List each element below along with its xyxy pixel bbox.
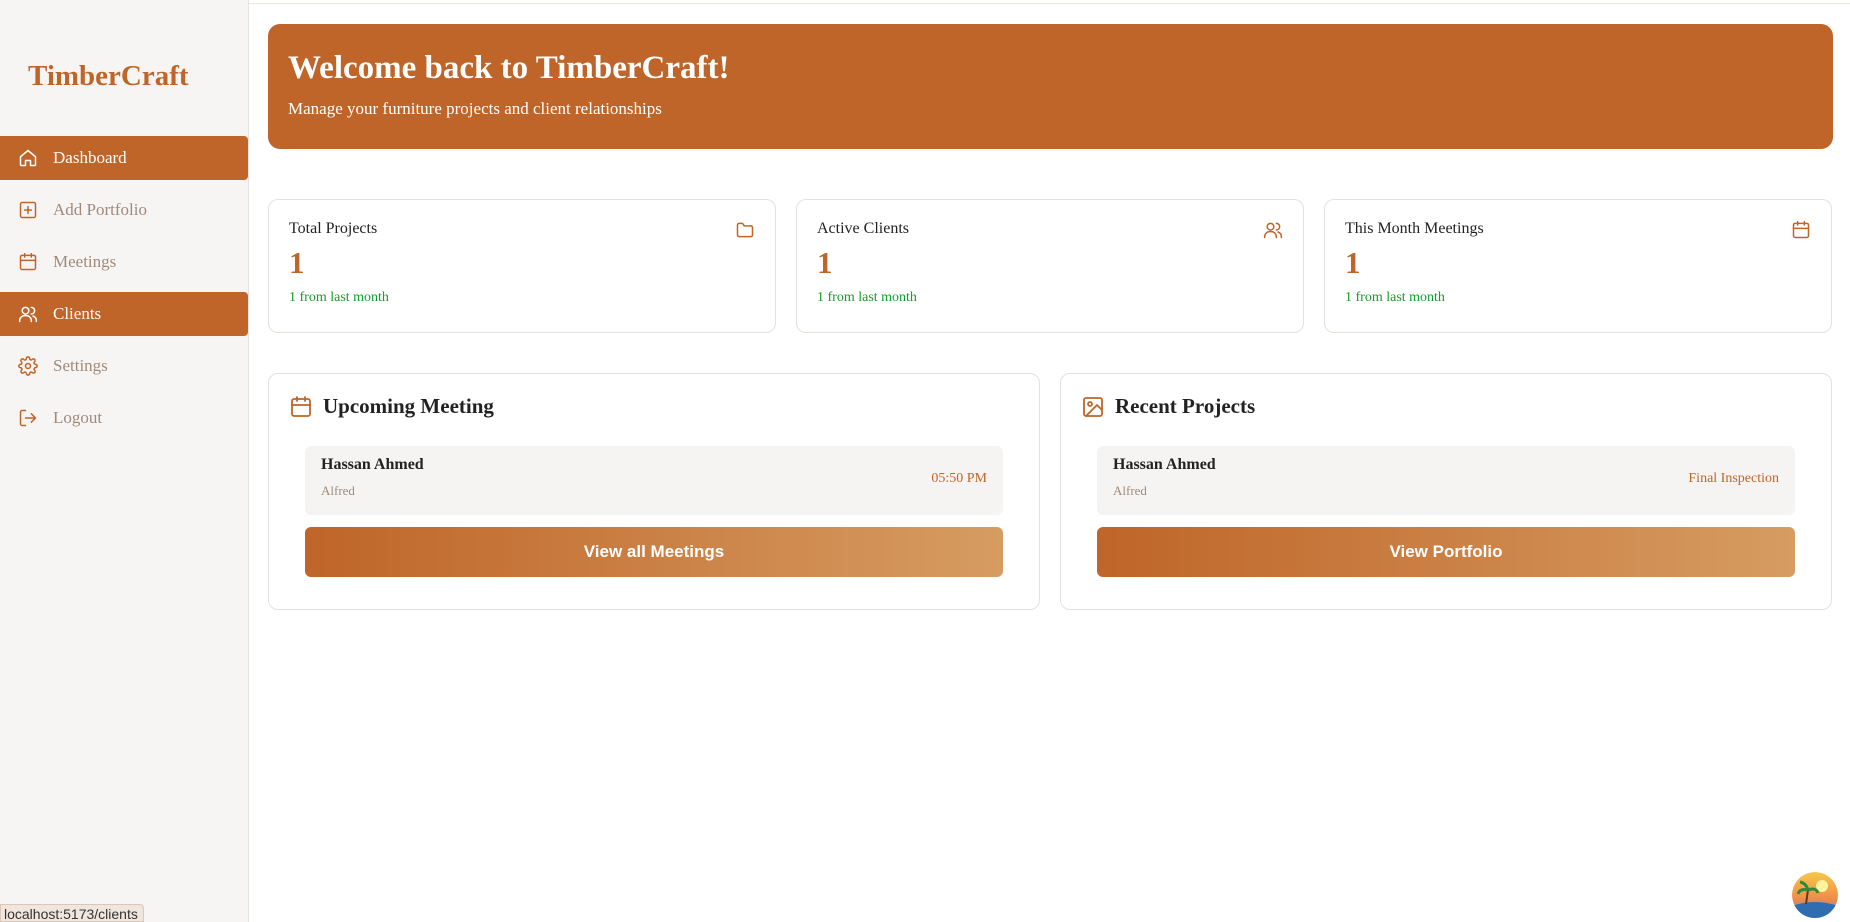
top-divider: [248, 0, 1850, 4]
panel-title: Upcoming Meeting: [323, 394, 494, 418]
users-icon: [1263, 220, 1283, 240]
image-icon: [1081, 395, 1105, 419]
stat-card-active-clients: Active Clients 1 1 from last month: [796, 199, 1304, 333]
meeting-item[interactable]: Hassan Ahmed Alfred 05:50 PM: [305, 446, 1003, 515]
stat-label: This Month Meetings: [1345, 220, 1484, 237]
sidebar-item-label: Settings: [53, 356, 108, 375]
stat-value: 1: [289, 245, 305, 280]
sidebar-item-meetings[interactable]: Meetings: [0, 240, 248, 284]
project-client-sub: Alfred: [1113, 483, 1147, 498]
sidebar-item-label: Meetings: [53, 252, 117, 271]
logout-icon: [17, 407, 39, 429]
project-status: Final Inspection: [1688, 471, 1779, 486]
sidebar-item-label: Logout: [53, 408, 103, 427]
sidebar-item-add-portfolio[interactable]: Add Portfolio: [0, 188, 248, 232]
sidebar-item-label: Clients: [53, 304, 102, 323]
view-portfolio-button[interactable]: View Portfolio: [1097, 527, 1795, 577]
view-all-meetings-button[interactable]: View all Meetings: [305, 527, 1003, 577]
recent-projects-panel: Recent Projects Hassan Ahmed Alfred Fina…: [1060, 373, 1832, 610]
welcome-banner: Welcome back to TimberCraft! Manage your…: [268, 24, 1833, 149]
meeting-time: 05:50 PM: [931, 471, 987, 486]
calendar-icon: [1791, 220, 1811, 240]
meeting-client-sub: Alfred: [321, 483, 355, 498]
stat-value: 1: [1345, 245, 1361, 280]
status-bar-url: localhost:5173/clients: [0, 904, 144, 922]
stat-label: Active Clients: [817, 220, 909, 237]
avatar[interactable]: [1792, 872, 1838, 918]
users-icon: [17, 303, 39, 325]
home-icon: [17, 147, 39, 169]
calendar-icon: [17, 251, 39, 273]
project-item[interactable]: Hassan Ahmed Alfred Final Inspection: [1097, 446, 1795, 515]
stat-delta: 1 from last month: [1345, 290, 1445, 306]
plus-square-icon: [17, 199, 39, 221]
sidebar-item-clients[interactable]: Clients: [0, 292, 248, 336]
sidebar-item-label: Dashboard: [53, 148, 127, 167]
sidebar-item-label: Add Portfolio: [53, 200, 147, 219]
brand-logo[interactable]: TimberCraft: [28, 60, 189, 93]
sidebar: TimberCraft Dashboard Add Portfolio Meet…: [0, 0, 249, 922]
folder-icon: [735, 220, 755, 240]
upcoming-meeting-panel: Upcoming Meeting Hassan Ahmed Alfred 05:…: [268, 373, 1040, 610]
stat-value: 1: [817, 245, 833, 280]
sidebar-item-logout[interactable]: Logout: [0, 396, 248, 440]
gear-icon: [17, 355, 39, 377]
page-title: Welcome back to TimberCraft!: [288, 50, 730, 86]
sidebar-item-dashboard[interactable]: Dashboard: [0, 136, 248, 180]
stat-delta: 1 from last month: [289, 290, 389, 306]
calendar-icon: [289, 395, 313, 419]
project-client-name: Hassan Ahmed: [1113, 456, 1216, 473]
panel-title: Recent Projects: [1115, 394, 1256, 418]
stat-card-total-projects: Total Projects 1 1 from last month: [268, 199, 776, 333]
page-subtitle: Manage your furniture projects and clien…: [288, 99, 662, 118]
stat-label: Total Projects: [289, 220, 378, 237]
meeting-client-name: Hassan Ahmed: [321, 456, 424, 473]
stat-card-month-meetings: This Month Meetings 1 1 from last month: [1324, 199, 1832, 333]
sidebar-item-settings[interactable]: Settings: [0, 344, 248, 388]
stat-delta: 1 from last month: [817, 290, 917, 306]
